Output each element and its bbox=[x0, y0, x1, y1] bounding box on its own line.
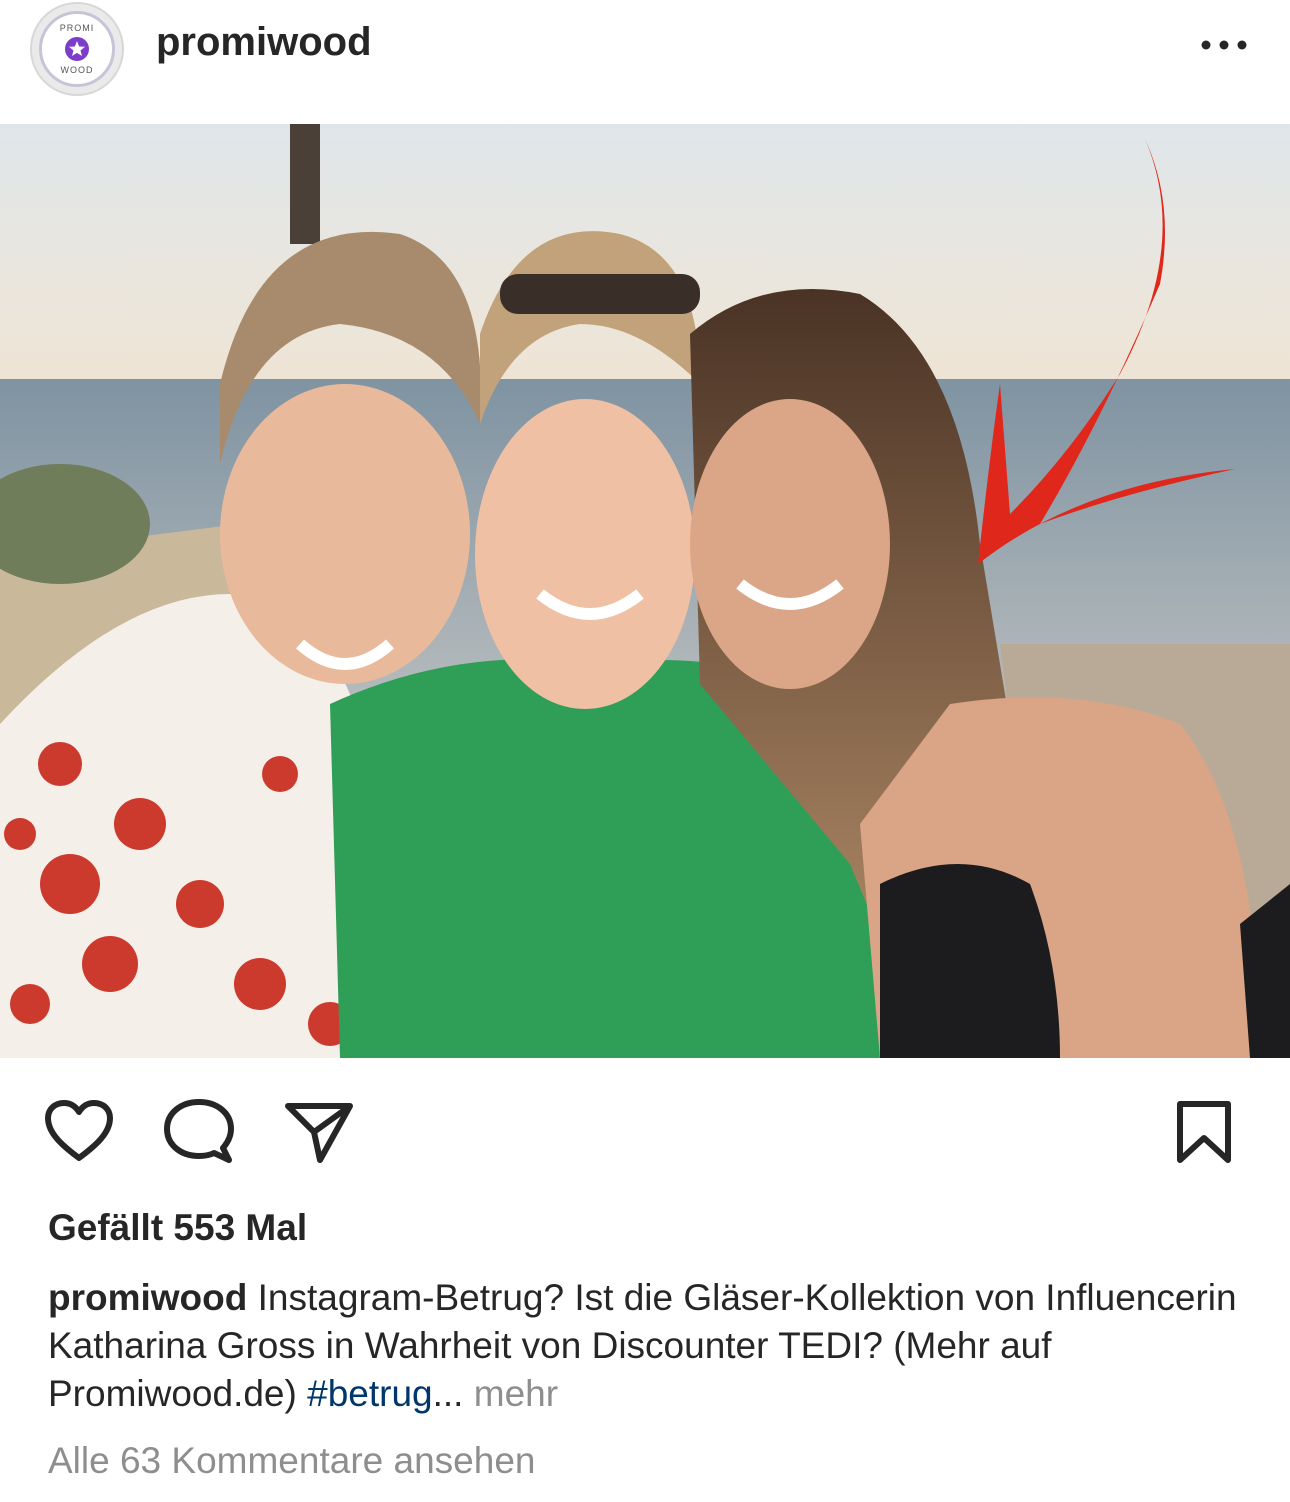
post-caption: promiwood Instagram-Betrug? Ist die Gläs… bbox=[48, 1274, 1248, 1418]
post-username[interactable]: promiwood bbox=[156, 20, 372, 65]
likes-count[interactable]: Gefällt 553 Mal bbox=[48, 1207, 307, 1249]
caption-username[interactable]: promiwood bbox=[48, 1277, 247, 1318]
avatar-logo-bottom-text: WOOD bbox=[60, 65, 94, 75]
comment-icon[interactable] bbox=[163, 1098, 235, 1166]
more-horizontal-icon[interactable] bbox=[1196, 36, 1252, 54]
avatar-logo-top-text: PROMI bbox=[59, 23, 95, 33]
heart-icon[interactable] bbox=[42, 1098, 116, 1164]
star-icon bbox=[65, 37, 89, 61]
caption-more-link[interactable]: mehr bbox=[474, 1373, 558, 1414]
bookmark-icon[interactable] bbox=[1176, 1100, 1232, 1166]
send-icon[interactable] bbox=[284, 1102, 354, 1164]
avatar-logo: PROMI WOOD bbox=[39, 11, 115, 87]
caption-ellipsis: ... bbox=[432, 1373, 464, 1414]
view-comments-link[interactable]: Alle 63 Kommentare ansehen bbox=[48, 1440, 535, 1482]
post-header: PROMI WOOD promiwood bbox=[0, 0, 1290, 124]
caption-hashtag[interactable]: #betrug bbox=[307, 1373, 433, 1414]
post-actions bbox=[0, 1058, 1290, 1208]
profile-avatar[interactable]: PROMI WOOD bbox=[30, 2, 124, 96]
post-photo[interactable] bbox=[0, 124, 1290, 1058]
